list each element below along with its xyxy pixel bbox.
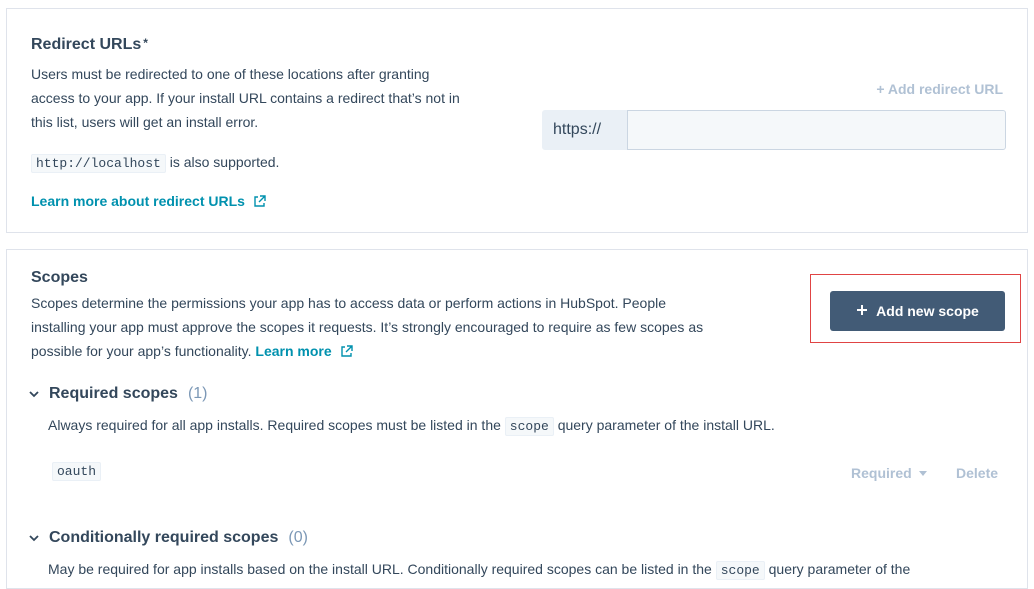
external-link-icon (340, 341, 353, 365)
required-marker: * (143, 36, 148, 50)
https-prefix: https:// (542, 110, 627, 150)
external-link-icon (253, 195, 267, 213)
required-scopes-title: Required scopes (49, 385, 178, 402)
redirect-urls-title: Redirect URLs * (31, 36, 148, 53)
delete-scope-label: Delete (956, 465, 999, 481)
conditional-scopes-description: May be required for app installs based o… (48, 561, 911, 580)
conditional-scopes-toggle[interactable]: Conditionally required scopes (0) (29, 529, 308, 547)
localhost-suffix: is also supported. (169, 154, 280, 170)
learn-more-scopes-label: Learn more (255, 343, 332, 359)
required-scopes-count: (1) (187, 385, 208, 402)
conditional-scopes-title: Conditionally required scopes (49, 529, 279, 546)
redirect-url-input-group: https:// (542, 110, 1006, 150)
redirect-urls-card: Redirect URLs * Users must be redirected … (6, 8, 1028, 233)
learn-more-redirect-link[interactable]: Learn more about redirect URLs (31, 193, 267, 213)
learn-more-redirect-label: Learn more about redirect URLs (31, 193, 245, 209)
delete-scope-button[interactable]: Delete (956, 465, 998, 483)
add-new-scope-label: Add new scope (876, 303, 979, 319)
scope-code: scope (504, 417, 554, 436)
scopes-description-line: Scopes determine the permissions your ap… (31, 295, 667, 311)
add-redirect-url-link[interactable]: + Add redirect URL (876, 81, 1003, 99)
required-scopes-toggle[interactable]: Required scopes (1) (29, 385, 208, 403)
scopes-title: Scopes (31, 269, 88, 286)
localhost-note: http://localhost is also supported. (31, 150, 279, 176)
scope-item-oauth: oauth (52, 462, 102, 481)
scope-code: scope (715, 561, 765, 580)
localhost-code: http://localhost (31, 154, 166, 173)
plus-icon (856, 303, 868, 319)
redirect-url-input[interactable] (627, 110, 1006, 150)
redirect-description-line: access to your app. If your install URL … (31, 90, 460, 106)
redirect-description: Users must be redirected to one of these… (31, 62, 511, 134)
scopes-description-line-last: possible for your app’s functionality. L… (31, 339, 791, 365)
learn-more-scopes-link[interactable]: Learn more (255, 343, 353, 359)
conditional-scopes-count: (0) (288, 529, 308, 546)
add-redirect-url-label: + Add redirect URL (876, 81, 1003, 97)
required-scopes-description: Always required for all app installs. Re… (48, 417, 775, 436)
chevron-down-icon (29, 385, 39, 403)
caret-down-icon (916, 465, 928, 482)
add-new-scope-button[interactable]: Add new scope (830, 291, 1005, 331)
redirect-description-line: Users must be redirected to one of these… (31, 66, 430, 82)
chevron-down-icon (29, 529, 39, 547)
redirect-description-line: this list, users will get an install err… (31, 114, 259, 130)
scope-status-dropdown[interactable]: Required (851, 465, 928, 483)
scopes-card: Scopes Scopes determine the permissions … (6, 249, 1028, 589)
scopes-description-line: installing your app must approve the sco… (31, 319, 704, 335)
scope-name: oauth (52, 462, 102, 481)
scope-status-label: Required (851, 465, 912, 481)
scopes-description: Scopes determine the permissions your ap… (31, 291, 791, 365)
